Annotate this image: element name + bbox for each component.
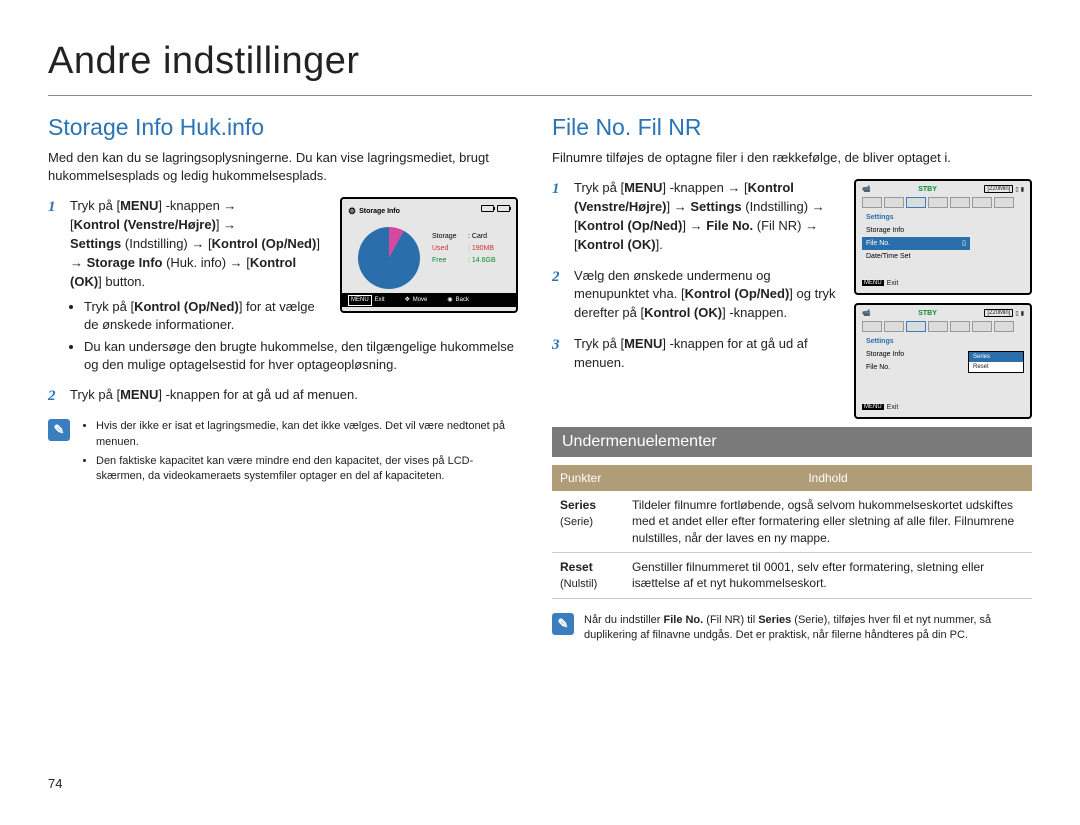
sub-bullet: Du kan undersøge den brugte hukommelse, … [84, 338, 518, 374]
submenu-heading: Undermenuelementer [552, 427, 1032, 457]
move-label: Move [413, 296, 428, 305]
used-label: Used [432, 243, 468, 255]
joystick-icon: ✥ [405, 296, 410, 305]
device-title: ⚙ Storage Info [348, 205, 400, 218]
storage-label: Storage [432, 231, 468, 243]
table-row: Series (Serie) Tildeler filnumre fortløb… [552, 491, 1032, 552]
note-icon: ✎ [48, 419, 70, 441]
intro-paragraph: Med den kan du se lagringsoplysningerne.… [48, 149, 518, 185]
storage-value: : Card [468, 231, 487, 243]
section-heading-storage: Storage Info Huk.info [48, 114, 518, 141]
row-content: Tildeler filnumre fortløbende, også selv… [624, 491, 1032, 552]
column-left: Storage Info Huk.info Med den kan du se … [48, 114, 518, 644]
row-label: Reset (Nulstil) [552, 552, 624, 598]
two-column-layout: Storage Info Huk.info Med den kan du se … [48, 114, 1032, 644]
note-list: Hvis der ikke er isat et lagringsmedie, … [80, 419, 518, 489]
section-heading-fileno: File No. Fil NR [552, 114, 1032, 141]
step-3: Tryk på [MENU] -knappen for at gå ud af … [552, 335, 1032, 373]
free-label: Free [432, 255, 468, 267]
row-label: Series (Serie) [552, 491, 624, 552]
submenu-table: Punkter Indhold Series (Serie) Tildeler … [552, 465, 1032, 599]
note-box-left: ✎ Hvis der ikke er isat et lagringsmedie… [48, 419, 518, 489]
menu-button-icon: MENU [862, 404, 884, 410]
device-footer: MENUExit ✥Move ◉ Back [342, 293, 516, 307]
card-icon [481, 205, 494, 212]
device-footer: MENU Exit [862, 401, 898, 413]
exit-label: Exit [375, 296, 385, 305]
free-value: : 14.6GB [468, 255, 496, 267]
back-label: Back [456, 296, 469, 305]
step-1: Tryk på [MENU] -knappen → [Kontrol (Vens… [552, 179, 1032, 254]
storage-values: Storage: Card Used: 190MB Free: 14.6GB [432, 231, 496, 267]
note-item: Den faktiske kapacitet kan være mindre e… [96, 454, 518, 485]
note-box-right: ✎ Når du indstiller File No. (Fil NR) ti… [552, 613, 1032, 644]
note-text: Når du indstiller File No. (Fil NR) til … [584, 613, 1032, 644]
menu-button-icon: MENU [348, 295, 372, 306]
column-right: File No. Fil NR Filnumre tilføjes de opt… [552, 114, 1032, 644]
exit-label: Exit [887, 404, 899, 411]
device-screen-storage: ⚙ Storage Info Storage: Card Used: [340, 197, 518, 313]
table-header-points: Punkter [552, 465, 624, 491]
step-2: Vælg den ønskede undermenu og menupunkte… [552, 267, 1032, 324]
note-item: Hvis der ikke er isat et lagringsmedie, … [96, 419, 518, 450]
steps-list-left: ⚙ Storage Info Storage: Card Used: [48, 197, 518, 405]
page-number: 74 [48, 776, 62, 791]
note-icon: ✎ [552, 613, 574, 635]
ok-icon: ◉ [447, 296, 452, 305]
intro-paragraph: Filnumre tilføjes de optagne filer i den… [552, 149, 1032, 167]
table-header-content: Indhold [624, 465, 1032, 491]
row-content: Genstiller filnummeret til 0001, selv ef… [624, 552, 1032, 598]
step-1: ⚙ Storage Info Storage: Card Used: [48, 197, 518, 374]
device-title-text: Storage Info [359, 207, 400, 217]
table-row: Reset (Nulstil) Genstiller filnummeret t… [552, 552, 1032, 598]
used-value: : 190MB [468, 243, 494, 255]
gear-icon: ⚙ [348, 205, 356, 218]
device-battery-area [481, 205, 510, 212]
chapter-title: Andre indstillinger [48, 40, 1032, 96]
step-2: Tryk på [MENU] -knappen for at gå ud af … [48, 386, 518, 405]
page: Andre indstillinger Storage Info Huk.inf… [0, 0, 1080, 825]
pie-icon [358, 227, 420, 289]
battery-icon [497, 205, 510, 212]
storage-pie-chart [358, 227, 420, 289]
steps-list-right: Tryk på [MENU] -knappen → [Kontrol (Vens… [552, 179, 1032, 373]
